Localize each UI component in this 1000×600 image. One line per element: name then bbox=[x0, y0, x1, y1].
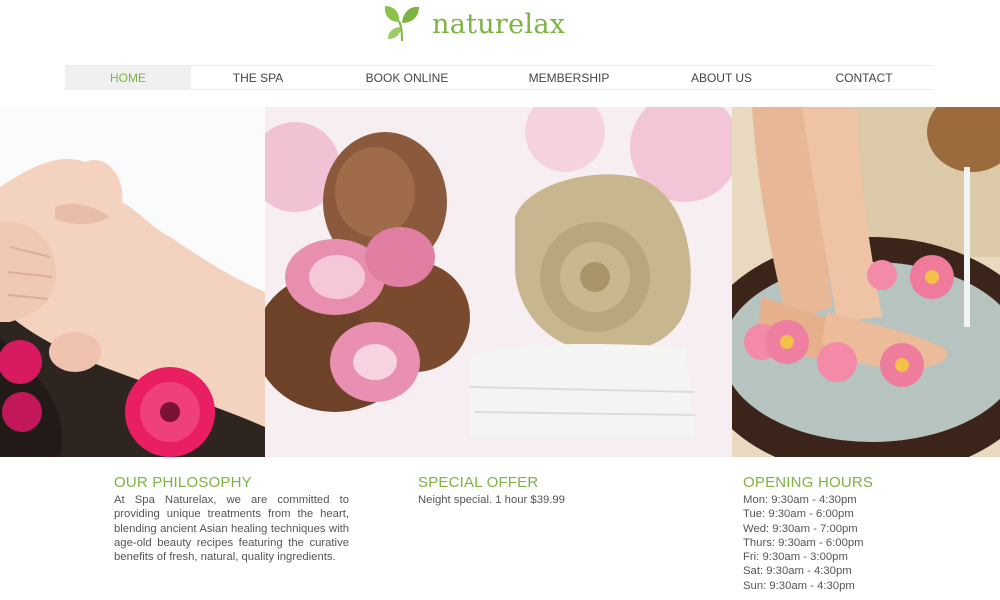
hours-thursday: Thurs: 9:30am - 6:00pm bbox=[743, 536, 864, 549]
hours-saturday: Sat: 9:30am - 4:30pm bbox=[743, 565, 852, 578]
hours-friday: Fri: 9:30am - 3:00pm bbox=[743, 551, 848, 564]
hours-sunday: Sun: 9:30am - 4:30pm bbox=[743, 579, 855, 592]
opening-hours-list: Mon: 9:30am - 4:30pm Tue: 9:30am - 6:00p… bbox=[743, 493, 923, 593]
philosophy-title: OUR PHILOSOPHY bbox=[114, 474, 252, 491]
opening-hours-title: OPENING HOURS bbox=[743, 474, 874, 491]
hours-monday: Mon: 9:30am - 4:30pm bbox=[743, 494, 857, 506]
nav-item-book-online[interactable]: BOOK ONLINE bbox=[325, 66, 489, 89]
philosophy-text: At Spa Naturelax, we are committed to pr… bbox=[114, 494, 349, 564]
special-offer-text: Neight special. 1 hour $39.99 bbox=[418, 494, 565, 506]
special-offer-title: SPECIAL OFFER bbox=[418, 474, 539, 491]
brand-name: naturelax bbox=[432, 8, 566, 40]
brand-logo[interactable]: naturelax bbox=[381, 2, 565, 46]
nav-item-membership[interactable]: MEMBERSHIP bbox=[489, 66, 649, 89]
spa-stones-towel-photo bbox=[265, 107, 732, 457]
nav-item-home[interactable]: HOME bbox=[65, 66, 191, 89]
nav-item-the-spa[interactable]: THE SPA bbox=[191, 66, 325, 89]
nav-item-about-us[interactable]: ABOUT US bbox=[649, 66, 794, 89]
hours-wednesday: Wed: 9:30am - 7:00pm bbox=[743, 522, 858, 535]
nav-item-contact[interactable]: CONTACT bbox=[794, 66, 934, 89]
face-massage-photo bbox=[0, 107, 265, 457]
hours-tuesday: Tue: 9:30am - 6:00pm bbox=[743, 508, 854, 521]
foot-bath-photo bbox=[732, 107, 1000, 457]
leaf-icon bbox=[381, 1, 423, 48]
main-nav: HOME THE SPA BOOK ONLINE MEMBERSHIP ABOU… bbox=[65, 65, 934, 90]
